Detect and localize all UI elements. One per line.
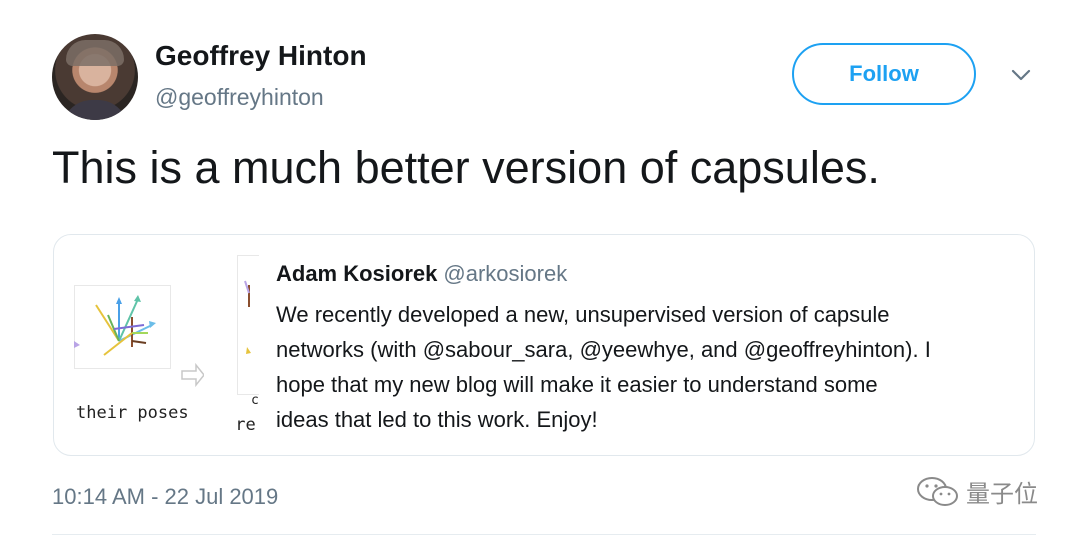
quoted-tweet-thumbnail-2: c pre (237, 255, 259, 435)
quoted-tweet-line: We recently developed a new, unsupervise… (276, 302, 890, 327)
author-name[interactable]: Geoffrey Hinton (155, 40, 367, 72)
quoted-tweet-line: hope that my new blog will make it easie… (276, 372, 878, 397)
quoted-tweet-author[interactable]: Adam Kosiorek @arkosiorek (276, 261, 567, 287)
quoted-tweet-thumbnail: their poses (74, 255, 204, 435)
quoted-author-name[interactable]: Adam Kosiorek (276, 261, 437, 286)
thumbnail-caption-right-top: c (251, 393, 259, 408)
author-handle[interactable]: @geoffreyhinton (155, 84, 324, 111)
watermark-text: 量子位 (966, 480, 1038, 508)
quoted-author-handle[interactable]: @arkosiorek (443, 261, 567, 286)
thumbnail-caption-left: their poses (76, 403, 189, 423)
author-avatar[interactable] (52, 34, 138, 120)
quoted-tweet-line: networks (with @sabour_sara, @yeewhye, a… (276, 337, 931, 362)
quoted-tweet-body: We recently developed a new, unsupervise… (276, 297, 1016, 437)
wechat-icon (917, 476, 958, 506)
avatar-hair (66, 40, 124, 66)
quoted-tweet-line: ideas that led to this work. Enjoy! (276, 407, 598, 432)
bottom-divider (52, 534, 1036, 535)
thumbnail-caption-right: pre (237, 415, 256, 435)
avatar-shirt (62, 100, 128, 120)
chevron-down-icon[interactable] (1010, 64, 1032, 86)
capsule-diagram-graphic-2 (244, 280, 251, 354)
watermark: 量子位 (916, 474, 1038, 509)
quoted-tweet-card[interactable]: their poses c pre Adam Kosiorek@arkosior… (53, 234, 1035, 456)
tweet-text: This is a much better version of capsule… (52, 142, 880, 193)
follow-button[interactable]: Follow (792, 43, 976, 105)
tweet-timestamp[interactable]: 10:14 AM - 22 Jul 2019 (52, 484, 278, 510)
